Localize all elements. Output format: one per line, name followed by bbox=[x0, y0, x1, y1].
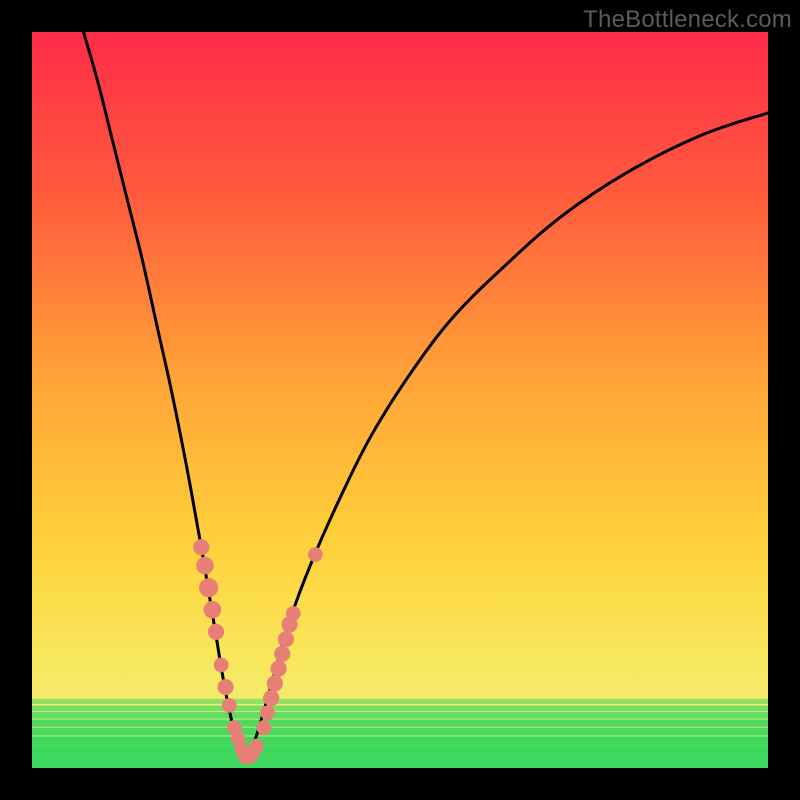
data-marker bbox=[308, 547, 323, 562]
data-marker bbox=[199, 578, 218, 597]
data-marker bbox=[193, 539, 209, 555]
green-band bbox=[32, 705, 768, 711]
data-marker bbox=[263, 690, 279, 706]
watermark-label: TheBottleneck.com bbox=[583, 6, 792, 34]
data-marker bbox=[256, 720, 271, 735]
green-bands-group bbox=[32, 699, 768, 768]
green-band bbox=[32, 736, 768, 745]
data-marker bbox=[249, 739, 264, 754]
data-marker bbox=[286, 606, 301, 621]
data-marker bbox=[270, 661, 286, 677]
green-band bbox=[32, 745, 768, 768]
data-marker bbox=[203, 601, 221, 619]
green-band bbox=[32, 719, 768, 726]
data-marker bbox=[274, 646, 290, 662]
data-marker bbox=[267, 675, 283, 691]
data-marker bbox=[217, 679, 233, 695]
data-marker bbox=[222, 698, 237, 713]
plot-canvas bbox=[32, 32, 768, 768]
plot-frame bbox=[32, 32, 768, 768]
data-marker bbox=[196, 557, 214, 575]
green-band bbox=[32, 712, 768, 719]
green-band bbox=[32, 728, 768, 736]
green-band bbox=[32, 699, 768, 704]
data-marker bbox=[278, 631, 294, 647]
data-marker bbox=[260, 705, 275, 720]
data-marker bbox=[214, 658, 229, 673]
gradient-background bbox=[32, 32, 768, 768]
data-marker bbox=[208, 624, 224, 640]
